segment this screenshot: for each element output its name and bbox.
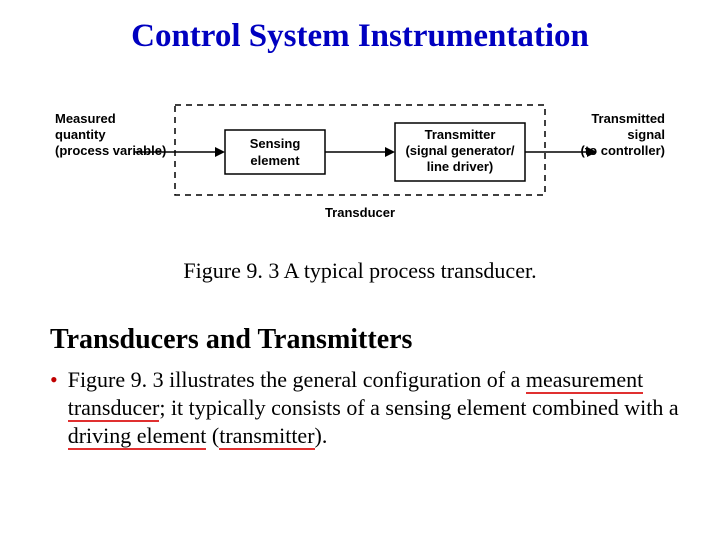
underline-transducer: transducer [68,395,160,422]
arrow-mid-head [385,147,395,157]
figure-caption: Figure 9. 3 A typical process transducer… [0,258,720,284]
bullet-frag-3: ; it typically consists of a sensing ele… [159,395,678,420]
section-title: Transducers and Transmitters [50,324,720,356]
transmitter-label-top: Transmitter [425,127,496,142]
bullet-item: • Figure 9. 3 illustrates the general co… [50,366,690,450]
diagram: Sensing element Transmitter (signal gene… [55,85,665,230]
output-label-mid: signal [627,127,665,142]
output-label-bot: (to controller) [581,143,666,158]
input-label-mid: quantity [55,127,106,142]
bullet-frag-5: ). [315,423,328,448]
page-title: Control System Instrumentation [0,0,720,55]
sensing-element-label-bot: element [250,153,300,168]
bullet-frag-4: ( [206,423,219,448]
transducer-diagram-svg: Sensing element Transmitter (signal gene… [55,85,665,225]
sensing-element-label-top: Sensing [250,136,301,151]
output-label-top: Transmitted [591,111,665,126]
bullet-text: Figure 9. 3 illustrates the general conf… [68,366,690,450]
underline-driving-element: driving element [68,423,207,450]
input-label-bot: (process variable) [55,143,166,158]
transducer-label: Transducer [325,205,395,220]
slide: Control System Instrumentation Sensing e… [0,0,720,540]
underline-measurement: measurement [526,367,643,394]
input-label-top: Measured [55,111,116,126]
transmitter-label-bot: line driver) [427,159,493,174]
bullet-frag-1: Figure 9. 3 illustrates the general conf… [68,367,526,392]
bullet-dot-icon: • [50,366,58,394]
transmitter-label-mid: (signal generator/ [405,143,514,158]
arrow-input-head [215,147,225,157]
underline-transmitter: transmitter [219,423,314,450]
